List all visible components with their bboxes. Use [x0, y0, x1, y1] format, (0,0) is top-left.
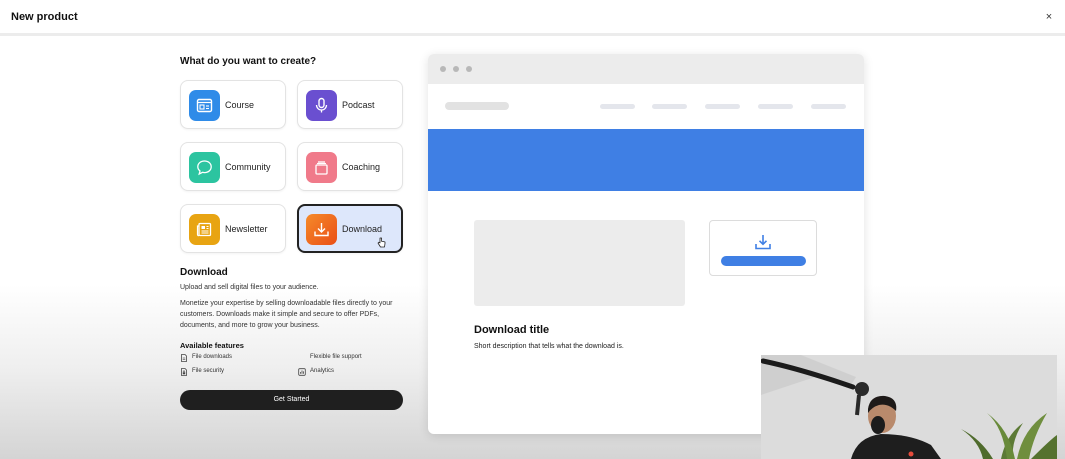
chat-bubble-icon: [189, 152, 220, 183]
product-option-community[interactable]: Community: [180, 142, 286, 191]
preview-download-button: [721, 256, 806, 266]
preview-download-description: Short description that tells what the do…: [474, 343, 624, 350]
preview-logo-placeholder: [445, 102, 509, 110]
product-option-newsletter[interactable]: Newsletter: [180, 204, 286, 253]
webcam-overlay: [761, 355, 1057, 459]
coaching-icon: [306, 152, 337, 183]
microphone-icon: [306, 90, 337, 121]
lock-file-icon: [181, 368, 187, 376]
product-option-podcast[interactable]: Podcast: [297, 80, 403, 129]
preview-download-title: Download title: [474, 324, 550, 336]
modal-title: New product: [11, 11, 78, 23]
browser-toolbar: [428, 54, 864, 84]
product-option-label: Newsletter: [225, 224, 268, 234]
course-icon: [189, 90, 220, 121]
window-dot: [440, 66, 446, 72]
preview-nav-placeholder: [652, 104, 687, 109]
preview-nav-placeholder: [811, 104, 846, 109]
preview-nav-placeholder: [758, 104, 793, 109]
get-started-button[interactable]: Get Started: [180, 390, 403, 410]
feature-label: File security: [192, 368, 225, 374]
file-icon: [181, 354, 187, 362]
product-type-grid: Course Podcast Community Coaching Newsle…: [180, 80, 403, 253]
window-dot: [453, 66, 459, 72]
product-option-label: Coaching: [342, 162, 381, 172]
download-icon: [755, 235, 771, 250]
analytics-icon: [298, 368, 306, 376]
feature-label: Analytics: [310, 368, 335, 374]
hand-cursor-icon: [377, 237, 386, 248]
window-dot: [466, 66, 472, 72]
modal-header: New product ×: [0, 0, 1065, 36]
preview-hero-banner: [428, 129, 864, 191]
product-type-subtitle: Upload and sell digital files to your au…: [180, 284, 319, 291]
product-type-description: Monetize your expertise by selling downl…: [180, 300, 393, 329]
feature-label: Flexible file support: [310, 354, 362, 360]
download-icon: [306, 214, 337, 245]
features-heading: Available features: [180, 341, 244, 350]
preview-nav-placeholder: [705, 104, 740, 109]
product-type-title: Download: [180, 267, 228, 278]
product-option-label: Podcast: [342, 100, 375, 110]
newspaper-icon: [189, 214, 220, 245]
feature-label: File downloads: [192, 354, 233, 360]
close-icon[interactable]: ×: [1043, 10, 1055, 24]
product-option-coaching[interactable]: Coaching: [297, 142, 403, 191]
product-option-course[interactable]: Course: [180, 80, 286, 129]
preview-image-placeholder: [474, 220, 685, 306]
product-option-label: Download: [342, 224, 383, 234]
product-option-label: Course: [225, 100, 255, 110]
product-option-label: Community: [225, 162, 271, 172]
product-option-download[interactable]: Download: [297, 204, 403, 253]
chooser-heading: What do you want to create?: [180, 56, 317, 67]
preview-download-card: [709, 220, 817, 276]
preview-nav-placeholder: [600, 104, 635, 109]
